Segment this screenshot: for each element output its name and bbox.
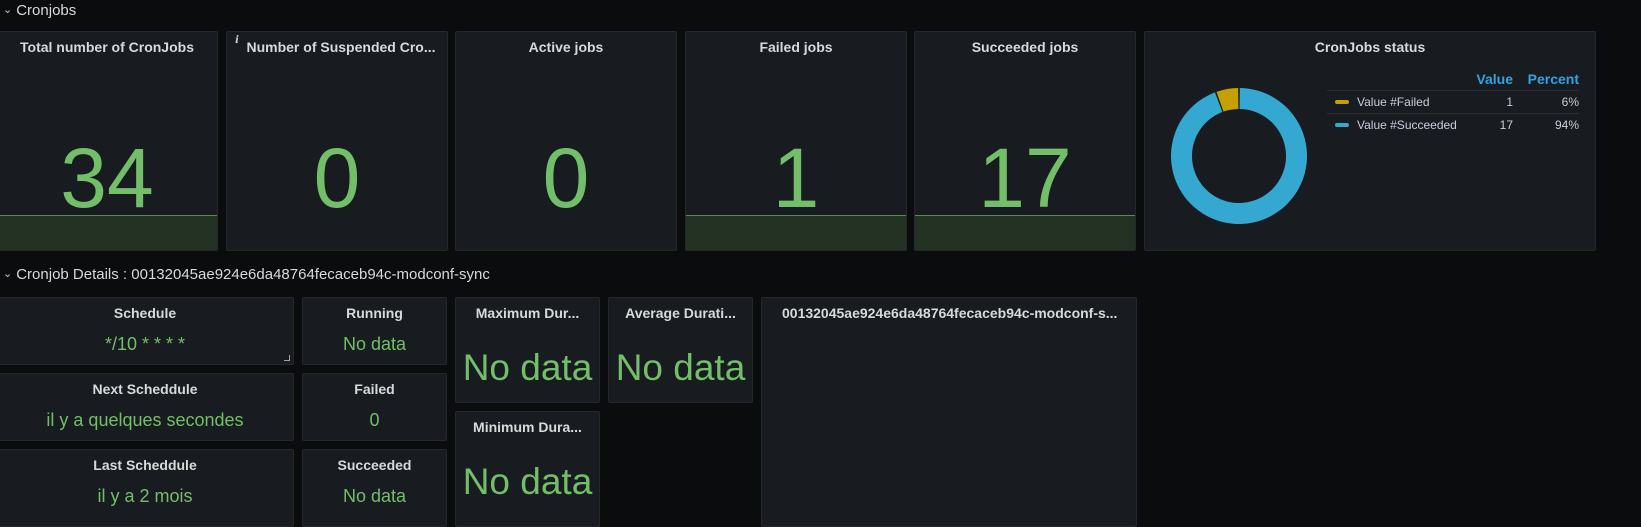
stat-value: il y a 2 mois	[97, 486, 193, 506]
row-cronjobs[interactable]: ⌄ Cronjobs	[0, 0, 76, 20]
legend-percent: 6%	[1561, 95, 1579, 109]
stat-value: 1	[772, 131, 820, 225]
stat-value: No data	[615, 347, 746, 388]
stat-panel-succeeded[interactable]: Succeeded No data	[302, 449, 447, 527]
chevron-down-icon: ⌄	[3, 267, 13, 280]
stat-panel-suspended-cronjobs[interactable]: i Number of Suspended Cro... 0	[226, 31, 448, 251]
legend-value: 1	[1506, 95, 1513, 109]
piechart-panel-cronjobs-status[interactable]: CronJobs status Value Percent Value #Fai…	[1144, 31, 1596, 251]
panel-title: Minimum Dura...	[473, 419, 582, 435]
panel-title: Total number of CronJobs	[20, 39, 194, 55]
legend-header-percent[interactable]: Percent	[1513, 71, 1579, 87]
stat-panel-minimum-duration[interactable]: Minimum Dura... No data	[455, 411, 600, 527]
resize-handle-icon[interactable]	[284, 355, 290, 361]
legend-row-succeeded[interactable]: Value #Succeeded 17 94%	[1327, 113, 1579, 136]
stat-panel-running[interactable]: Running No data	[302, 297, 447, 365]
panel-title: Next Scheddule	[92, 381, 198, 397]
donut-slice-value-succeeded[interactable]	[1171, 88, 1307, 224]
legend-value: 17	[1499, 118, 1513, 132]
stat-value: No data	[462, 347, 593, 388]
donut-chart	[1171, 88, 1307, 224]
panel-title: Succeeded jobs	[971, 39, 1079, 55]
panel-title: CronJobs status	[1314, 39, 1426, 55]
stat-panel-schedule[interactable]: Schedule */10 * * * *	[0, 297, 294, 365]
legend-header-value[interactable]: Value	[1473, 71, 1513, 87]
stat-panel-last-schedule[interactable]: Last Scheddule il y a 2 mois	[0, 449, 294, 527]
stat-value: il y a quelques secondes	[46, 410, 244, 430]
stat-value: */10 * * * *	[104, 334, 186, 354]
stat-panel-succeeded-jobs[interactable]: Succeeded jobs 17	[914, 31, 1136, 251]
sparkline-area	[0, 215, 217, 250]
stat-value: No data	[342, 486, 407, 506]
chevron-down-icon: ⌄	[3, 3, 13, 16]
stat-panel-next-schedule[interactable]: Next Scheddule il y a quelques secondes	[0, 373, 294, 441]
panel-job-details[interactable]: 00132045ae924e6da48764fecaceb94c-modconf…	[761, 297, 1137, 527]
legend-swatch	[1335, 123, 1349, 127]
legend-header: Value Percent	[1327, 68, 1579, 90]
panel-title: Failed	[354, 381, 395, 397]
sparkline-area	[915, 215, 1135, 250]
row-cronjob-details[interactable]: ⌄ Cronjob Details : 00132045ae924e6da487…	[0, 264, 490, 284]
panel-title: 00132045ae924e6da48764fecaceb94c-modconf…	[782, 305, 1118, 321]
stat-value: 34	[60, 131, 154, 225]
stat-panel-maximum-duration[interactable]: Maximum Dur... No data	[455, 297, 600, 403]
stat-value: 0	[313, 131, 361, 225]
legend-name: Value #Succeeded	[1357, 118, 1457, 132]
legend-name: Value #Failed	[1357, 95, 1430, 109]
row-title: Cronjobs	[16, 1, 77, 19]
panel-title: Average Durati...	[625, 305, 736, 321]
stat-value: 17	[978, 131, 1072, 225]
stat-panel-failed[interactable]: Failed 0	[302, 373, 447, 441]
panel-title: Active jobs	[528, 39, 604, 55]
stat-panel-active-jobs[interactable]: Active jobs 0	[455, 31, 677, 251]
panel-title: Failed jobs	[759, 39, 833, 55]
panel-title: Succeeded	[337, 457, 412, 473]
stat-panel-failed-jobs[interactable]: Failed jobs 1	[685, 31, 907, 251]
panel-title: Number of Suspended Cro...	[246, 39, 436, 55]
legend-table: Value Percent Value #Failed 1 6% Value #…	[1327, 68, 1579, 136]
legend-percent: 94%	[1554, 118, 1579, 132]
sparkline-area	[686, 215, 906, 250]
panel-title: Maximum Dur...	[475, 305, 580, 321]
legend-row-failed[interactable]: Value #Failed 1 6%	[1327, 90, 1579, 113]
stat-panel-total-cronjobs[interactable]: Total number of CronJobs 34	[0, 31, 218, 251]
stat-panel-average-duration[interactable]: Average Durati... No data	[608, 297, 753, 403]
stat-value: 0	[369, 410, 380, 430]
stat-value: No data	[462, 461, 593, 502]
panel-title: Schedule	[113, 305, 177, 321]
legend-swatch	[1335, 100, 1349, 104]
stat-value: 0	[542, 131, 590, 225]
panel-title: Last Scheddule	[93, 457, 197, 473]
stat-value: No data	[342, 334, 407, 354]
panel-title: Running	[346, 305, 403, 321]
row-title: Cronjob Details : 00132045ae924e6da48764…	[16, 265, 490, 283]
